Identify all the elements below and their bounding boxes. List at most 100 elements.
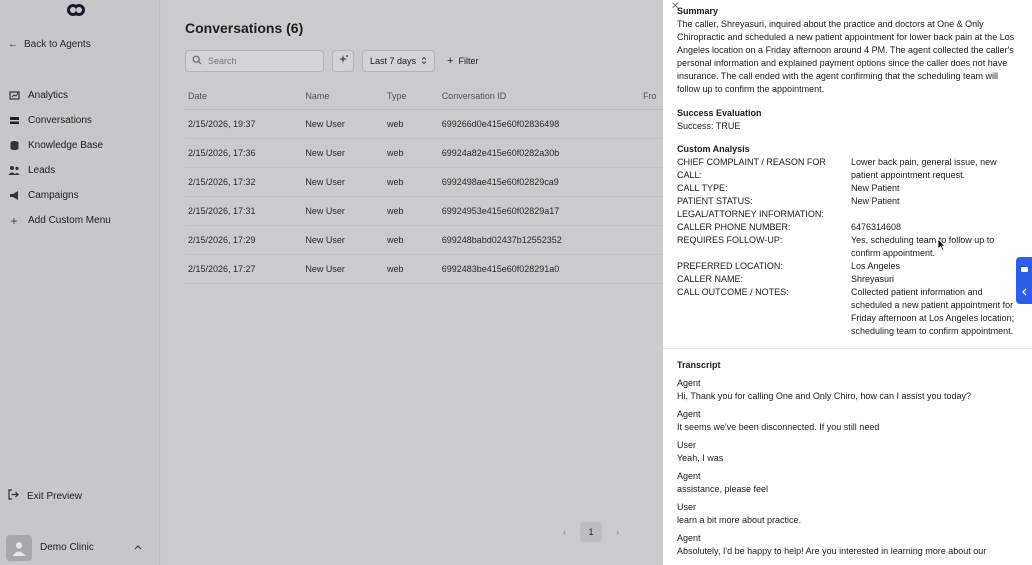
- custom-analysis-list: CHIEF COMPLAINT / REASON FOR CALL: Lower …: [677, 156, 1018, 338]
- cell-from: [640, 196, 663, 226]
- user-menu[interactable]: Demo Clinic: [0, 530, 160, 565]
- chevron-left-icon: [1021, 283, 1027, 301]
- exit-preview-button[interactable]: Exit Preview: [8, 489, 82, 503]
- mouse-cursor-icon: [937, 238, 946, 251]
- sparkle-icon: [338, 52, 349, 70]
- exit-icon: [8, 489, 19, 503]
- page-number[interactable]: 1: [580, 522, 602, 542]
- column-name[interactable]: Name: [302, 83, 384, 110]
- sidebar-item-label: Campaigns: [28, 190, 79, 201]
- sidebar-item-add-custom-menu[interactable]: + Add Custom Menu: [8, 208, 111, 233]
- user-icon: [12, 541, 26, 556]
- cell-date: 2/15/2026, 17:32: [185, 167, 303, 197]
- side-toggle-tab[interactable]: [1016, 257, 1032, 304]
- analysis-value: Los Angeles: [851, 261, 901, 271]
- sidebar-item-label: Leads: [28, 165, 56, 176]
- table-row[interactable]: 2/15/2026, 17:29 New User web 699248babd…: [185, 225, 663, 255]
- analysis-key: PATIENT STATUS:: [677, 196, 753, 206]
- analysis-value: 6476314608: [851, 222, 902, 232]
- close-icon[interactable]: ✕: [671, 0, 679, 13]
- table-row[interactable]: 2/15/2026, 17:27 New User web 6992483be4…: [185, 254, 663, 284]
- analysis-row: CALLER NAME: Shreyasuri: [677, 273, 1018, 286]
- analysis-value: Yes, scheduling team to follow up to con…: [851, 235, 995, 258]
- analysis-key: CALL TYPE:: [677, 183, 728, 193]
- cell-conversation-id: 69924953e415e60f02829a17: [438, 196, 641, 226]
- back-to-agents-link[interactable]: ← Back to Agents: [8, 39, 91, 50]
- database-icon: [8, 140, 20, 152]
- sidebar-item-campaigns[interactable]: Campaigns: [8, 183, 111, 208]
- cell-from: [640, 109, 663, 139]
- cell-conversation-id: 699248babd02437b12552352: [438, 225, 641, 255]
- analysis-value: [851, 208, 1018, 221]
- search-icon: [192, 55, 202, 67]
- analysis-row: PATIENT STATUS: New Patient: [677, 195, 1018, 208]
- chevron-up-icon: [134, 542, 142, 553]
- analysis-key: LEGAL/ATTORNEY INFORMATION:: [677, 209, 824, 219]
- search-input[interactable]: Search: [185, 50, 324, 72]
- cell-name: New User: [302, 109, 384, 139]
- transcript-message: learn a bit more about practice.: [677, 515, 802, 525]
- cell-date: 2/15/2026, 17:27: [185, 254, 303, 284]
- date-range-select[interactable]: Last 7 days: [362, 50, 436, 72]
- table-row[interactable]: 2/15/2026, 19:37 New User web 699266d0e4…: [185, 109, 663, 139]
- sidebar-item-analytics[interactable]: Analytics: [8, 83, 111, 108]
- sidebar-item-label: Add Custom Menu: [28, 215, 111, 226]
- table-header-row: Date Name Type Conversation ID Fro: [185, 83, 663, 110]
- analysis-row: LEGAL/ATTORNEY INFORMATION:: [677, 208, 1018, 221]
- logo-icon: [67, 4, 85, 16]
- ai-sparkle-button[interactable]: [332, 50, 354, 72]
- analysis-row: REQUIRES FOLLOW-UP: Yes, scheduling team …: [677, 234, 1018, 260]
- analysis-value: Shreyasuri: [851, 274, 895, 284]
- cell-date: 2/15/2026, 19:37: [185, 109, 303, 139]
- cell-conversation-id: 69924a82e415e60f0282a30b: [438, 138, 641, 168]
- cell-type: web: [383, 254, 439, 284]
- sidebar-item-leads[interactable]: Leads: [8, 158, 111, 183]
- chevron-left-icon[interactable]: ‹: [563, 527, 566, 537]
- transcript-speaker: Agent: [677, 378, 701, 388]
- table-row[interactable]: 2/15/2026, 17:31 New User web 69924953e4…: [185, 196, 663, 226]
- plus-icon: +: [10, 213, 18, 228]
- filter-button[interactable]: + Filter: [443, 50, 482, 72]
- column-date[interactable]: Date: [185, 83, 303, 110]
- cell-type: web: [383, 225, 439, 255]
- pagination: ‹ 1 ›: [563, 522, 619, 542]
- analysis-row: CALL OUTCOME / NOTES: Collected patient i…: [677, 286, 1018, 338]
- users-icon: [8, 165, 20, 177]
- sidebar-item-knowledge-base[interactable]: Knowledge Base: [8, 133, 111, 158]
- analysis-key: REQUIRES FOLLOW-UP:: [677, 235, 783, 245]
- column-from[interactable]: Fro: [640, 83, 663, 110]
- table-row[interactable]: 2/15/2026, 17:32 New User web 6992498ae4…: [185, 167, 663, 197]
- analysis-value: Lower back pain, general issue, new pati…: [851, 157, 997, 180]
- cell-from: [640, 225, 663, 255]
- transcript-message: It seems we've been disconnected. If you…: [677, 422, 880, 432]
- transcript-list: Agent Hi, Thank you for calling One and …: [677, 377, 1018, 558]
- chevron-right-icon[interactable]: ›: [616, 527, 619, 537]
- megaphone-icon: [8, 190, 20, 202]
- transcript-message: Hi, Thank you for calling One and Only C…: [677, 391, 971, 401]
- analysis-row: PREFERRED LOCATION: Los Angeles: [677, 260, 1018, 273]
- sidebar-item-label: Knowledge Base: [28, 140, 104, 151]
- analysis-row: CALLER PHONE NUMBER: 6476314608: [677, 221, 1018, 234]
- filter-label: Filter: [458, 56, 479, 66]
- search-placeholder: Search: [208, 56, 237, 66]
- column-conversation-id[interactable]: Conversation ID: [438, 83, 641, 110]
- cell-from: [640, 138, 663, 168]
- sidebar-item-conversations[interactable]: Conversations: [8, 108, 111, 133]
- transcript-speaker: Agent: [677, 471, 701, 481]
- analysis-value: New Patient: [851, 196, 900, 206]
- transcript-title: Transcript: [677, 360, 721, 370]
- conversations-table: Date Name Type Conversation ID Fro 2/15/…: [185, 83, 663, 284]
- cell-name: New User: [302, 225, 384, 255]
- transcript-speaker: Agent: [677, 409, 701, 419]
- user-name: Demo Clinic: [40, 542, 94, 553]
- arrow-left-icon: ←: [8, 39, 18, 50]
- column-type[interactable]: Type: [383, 83, 439, 110]
- table-row[interactable]: 2/15/2026, 17:36 New User web 69924a82e4…: [185, 138, 663, 168]
- analysis-key: CHIEF COMPLAINT / REASON FOR CALL:: [677, 157, 826, 180]
- analysis-value: Collected patient information and schedu…: [851, 287, 1015, 336]
- cell-type: web: [383, 138, 439, 168]
- cell-name: New User: [302, 138, 384, 168]
- cell-type: web: [383, 167, 439, 197]
- cell-type: web: [383, 196, 439, 226]
- cell-conversation-id: 6992498ae415e60f02829ca9: [438, 167, 641, 197]
